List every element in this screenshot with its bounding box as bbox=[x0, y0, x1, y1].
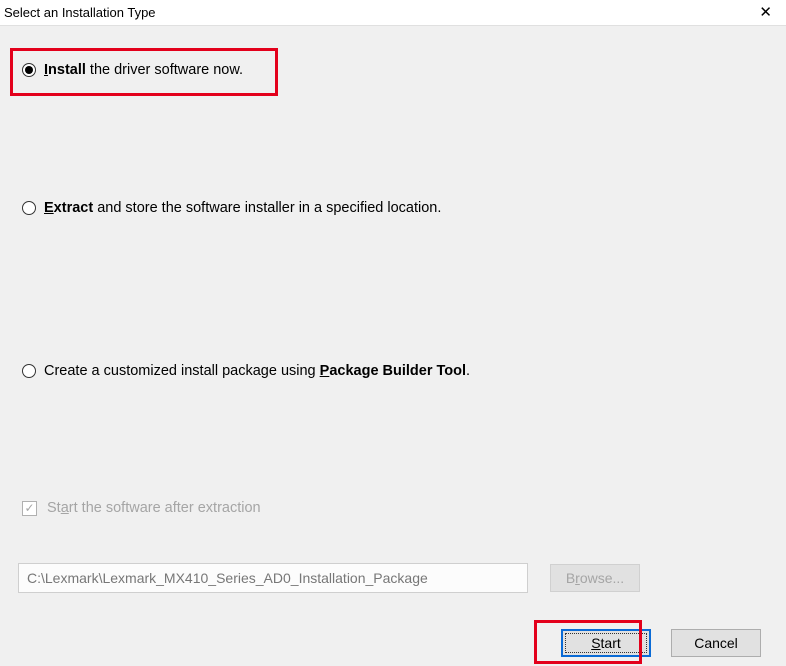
option-install-label: Install the driver software now. bbox=[44, 62, 243, 78]
radio-extract[interactable] bbox=[22, 201, 36, 215]
dialog-buttons: Start Cancel bbox=[561, 629, 761, 657]
path-row: Browse... bbox=[18, 563, 640, 593]
radio-install[interactable] bbox=[22, 63, 36, 77]
start-after-extraction-label: Start the software after extraction bbox=[47, 500, 261, 516]
titlebar: Select an Installation Type ✕ bbox=[0, 0, 786, 26]
browse-button: Browse... bbox=[550, 564, 640, 592]
start-after-extraction-checkbox bbox=[22, 501, 37, 516]
start-after-extraction-row: Start the software after extraction bbox=[22, 500, 261, 516]
option-package-label: Create a customized install package usin… bbox=[44, 363, 470, 379]
option-extract[interactable]: Extract and store the software installer… bbox=[22, 200, 441, 216]
dialog-content: Install the driver software now. Extract… bbox=[0, 26, 786, 666]
cancel-button[interactable]: Cancel bbox=[671, 629, 761, 657]
window-title: Select an Installation Type bbox=[4, 5, 156, 20]
close-icon[interactable]: ✕ bbox=[753, 3, 778, 22]
option-package[interactable]: Create a customized install package usin… bbox=[22, 363, 470, 379]
radio-package[interactable] bbox=[22, 364, 36, 378]
start-button[interactable]: Start bbox=[561, 629, 651, 657]
extraction-path-input bbox=[18, 563, 528, 593]
option-extract-label: Extract and store the software installer… bbox=[44, 200, 441, 216]
option-install[interactable]: Install the driver software now. bbox=[22, 62, 243, 78]
